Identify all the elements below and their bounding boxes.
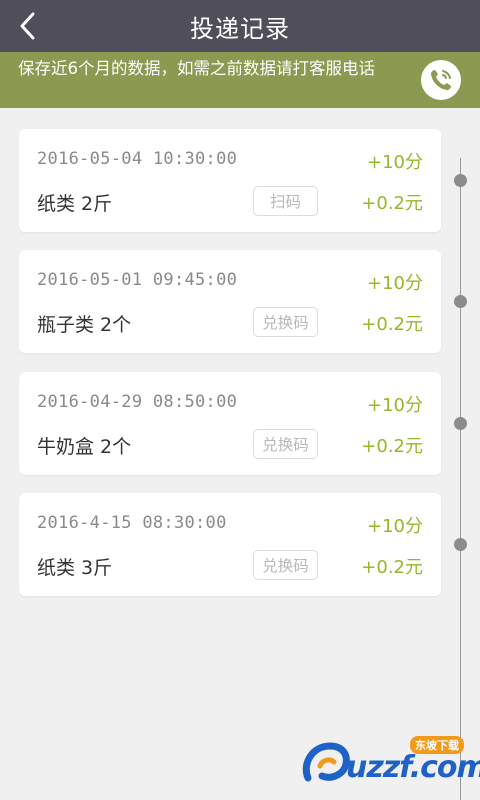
record-card: 2016-05-04 10:30:00 +10分 纸类 2斤 扫码 +0.2元 <box>19 129 441 232</box>
record-card: 2016-04-29 08:50:00 +10分 牛奶盒 2个 兑换码 +0.2… <box>19 372 441 475</box>
redeem-code-button[interactable]: 兑换码 <box>253 429 318 459</box>
record-item: 纸类 2斤 <box>37 193 113 215</box>
timeline-dot <box>454 295 467 308</box>
timeline-line <box>460 158 461 800</box>
logo-swirl-icon <box>302 742 350 782</box>
record-item: 纸类 3斤 <box>37 557 113 579</box>
record-money: +0.2元 <box>361 314 423 335</box>
record-money: +0.2元 <box>361 436 423 457</box>
timeline-dot <box>454 538 467 551</box>
chevron-left-icon <box>20 12 35 40</box>
top-bar: 投递记录 <box>0 0 480 52</box>
record-time: 2016-04-29 08:50:00 <box>37 392 238 412</box>
record-money: +0.2元 <box>361 557 423 578</box>
phone-icon <box>431 70 451 90</box>
record-points: +10分 <box>367 395 423 416</box>
notice-text: 保存近6个月的数据，如需之前数据请打客服电话 <box>18 59 375 78</box>
record-points: +10分 <box>367 516 423 537</box>
record-money: +0.2元 <box>361 193 423 214</box>
watermark-badge: 东坡下载 <box>410 736 464 754</box>
timeline-dot <box>454 174 467 187</box>
record-points: +10分 <box>367 273 423 294</box>
notice-banner: 保存近6个月的数据，如需之前数据请打客服电话 <box>0 52 480 108</box>
timeline-dot <box>454 417 467 430</box>
record-card: 2016-05-01 09:45:00 +10分 瓶子类 2个 兑换码 +0.2… <box>19 250 441 353</box>
record-card: 2016-4-15 08:30:00 +10分 纸类 3斤 兑换码 +0.2元 <box>19 493 441 596</box>
back-button[interactable] <box>10 8 46 44</box>
call-service-button[interactable] <box>421 60 461 100</box>
redeem-code-button[interactable]: 兑换码 <box>253 550 318 580</box>
record-points: +10分 <box>367 152 423 173</box>
watermark-text: uzzf.com <box>346 750 480 785</box>
record-item: 瓶子类 2个 <box>37 314 132 336</box>
page-title: 投递记录 <box>190 14 290 43</box>
redeem-code-button[interactable]: 兑换码 <box>253 307 318 337</box>
record-item: 牛奶盒 2个 <box>37 436 132 458</box>
watermark-logo: uzzf.com 东坡下载 <box>298 730 480 796</box>
record-time: 2016-4-15 08:30:00 <box>37 513 227 533</box>
record-time: 2016-05-01 09:45:00 <box>37 270 238 290</box>
record-time: 2016-05-04 10:30:00 <box>37 149 238 169</box>
scan-code-button[interactable]: 扫码 <box>253 186 318 216</box>
